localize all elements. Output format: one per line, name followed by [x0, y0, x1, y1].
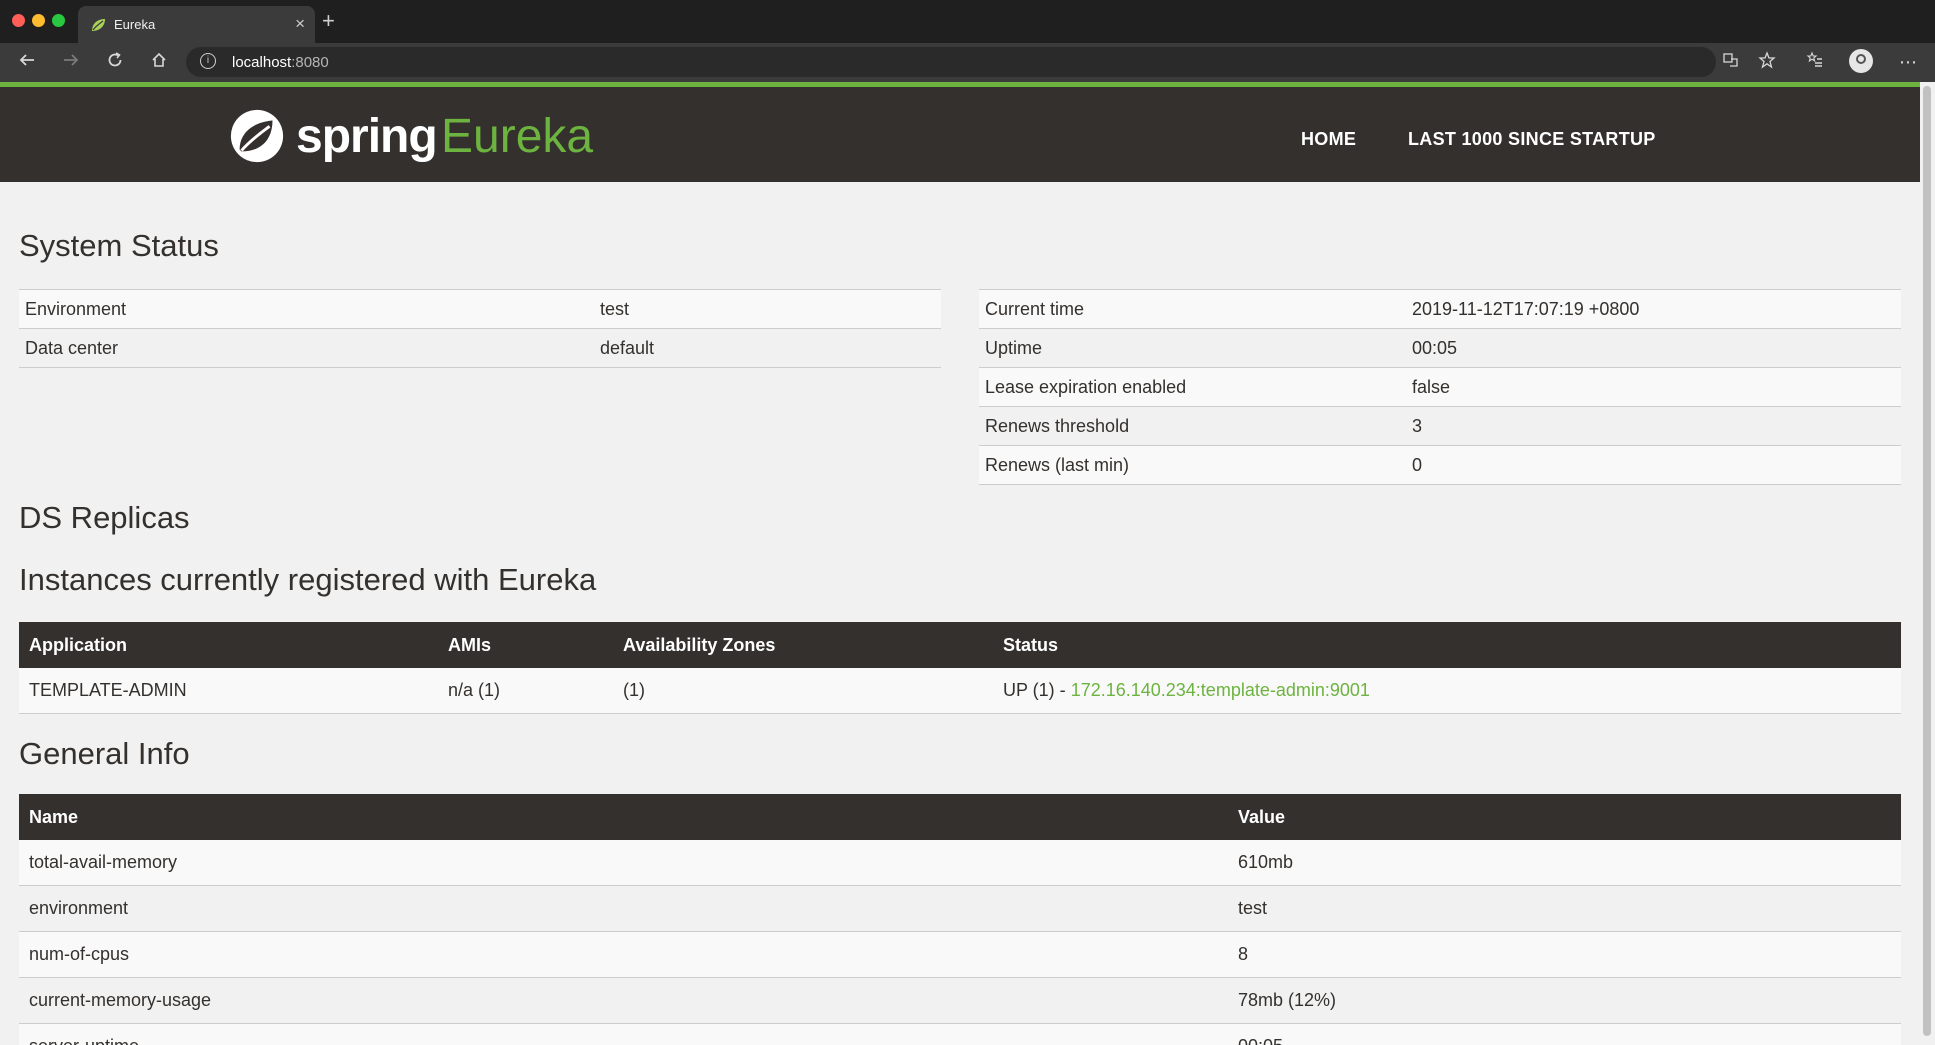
- info-value: 610mb: [1228, 840, 1901, 886]
- general-info-table: Name Value total-avail-memory 610mb envi…: [19, 794, 1901, 1045]
- site-info-icon[interactable]: i: [200, 53, 216, 69]
- table-row: TEMPLATE-ADMIN n/a (1) (1) UP (1) - 172.…: [19, 668, 1901, 714]
- favorite-star-icon[interactable]: [1756, 51, 1778, 73]
- status-label: Current time: [979, 289, 1406, 329]
- logo-eureka-text: Eureka: [441, 110, 594, 163]
- page-scrollbar[interactable]: [1920, 82, 1935, 1045]
- status-value: test: [594, 289, 941, 329]
- instances-header-row: Application AMIs Availability Zones Stat…: [19, 622, 1901, 668]
- scrollbar-thumb[interactable]: [1923, 86, 1931, 1036]
- translate-icon[interactable]: [1720, 51, 1742, 73]
- forward-arrow-icon[interactable]: [60, 51, 82, 73]
- home-icon[interactable]: [148, 51, 170, 73]
- col-application: Application: [19, 622, 438, 668]
- table-row: current-memory-usage 78mb (12%): [19, 977, 1901, 1024]
- status-row: Renews (last min) 0: [979, 445, 1901, 485]
- status-value: false: [1406, 367, 1901, 407]
- status-label: Uptime: [979, 328, 1406, 368]
- status-label: Data center: [19, 328, 594, 368]
- browser-tab-bar: Eureka × +: [0, 0, 1935, 43]
- instances-heading: Instances currently registered with Eure…: [19, 562, 597, 597]
- instance-link[interactable]: 172.16.140.234:template-admin:9001: [1071, 680, 1370, 700]
- address-bar[interactable]: i localhost:8080: [186, 47, 1716, 77]
- zoom-window-button[interactable]: [52, 14, 65, 27]
- status-label: Renews threshold: [979, 406, 1406, 446]
- info-value: 8: [1228, 931, 1901, 978]
- col-availability-zones: Availability Zones: [613, 622, 993, 668]
- status-value: 2019-11-12T17:07:19 +0800: [1406, 289, 1901, 329]
- system-status-right-table: Current time 2019-11-12T17:07:19 +0800 U…: [979, 289, 1901, 485]
- col-name: Name: [19, 794, 1228, 840]
- reload-icon[interactable]: [104, 51, 126, 73]
- ds-replicas-heading: DS Replicas: [19, 500, 190, 535]
- col-status: Status: [993, 622, 1901, 668]
- info-value: test: [1228, 885, 1901, 932]
- info-name: server-uptime: [19, 1023, 1228, 1045]
- instance-application: TEMPLATE-ADMIN: [19, 668, 438, 714]
- table-row: environment test: [19, 885, 1901, 932]
- eureka-navbar: spring Eureka HOME LAST 1000 SINCE START…: [0, 82, 1920, 182]
- instances-table: Application AMIs Availability Zones Stat…: [19, 622, 1901, 714]
- status-row: Renews threshold 3: [979, 406, 1901, 446]
- url-text: localhost:8080: [232, 54, 329, 71]
- status-value: default: [594, 328, 941, 368]
- table-row: num-of-cpus 8: [19, 931, 1901, 978]
- favorites-list-icon[interactable]: [1804, 51, 1826, 73]
- status-row: Environment test: [19, 289, 941, 329]
- info-value: 00:05: [1228, 1023, 1901, 1045]
- spring-leaf-icon: [92, 19, 105, 31]
- info-name: current-memory-usage: [19, 977, 1228, 1024]
- back-arrow-icon[interactable]: [16, 51, 38, 73]
- table-row: total-avail-memory 610mb: [19, 840, 1901, 886]
- close-window-button[interactable]: [12, 14, 25, 27]
- general-info-header-row: Name Value: [19, 794, 1901, 840]
- spring-logo-icon: [230, 109, 284, 163]
- page-content: spring Eureka HOME LAST 1000 SINCE START…: [0, 82, 1920, 1045]
- logo-spring-text: spring: [296, 110, 438, 163]
- info-name: num-of-cpus: [19, 931, 1228, 978]
- close-tab-icon[interactable]: ×: [295, 14, 305, 34]
- instance-status-text: UP (1) -: [1003, 680, 1071, 700]
- info-name: total-avail-memory: [19, 840, 1228, 886]
- nav-last-1000-link[interactable]: LAST 1000 SINCE STARTUP: [1408, 129, 1656, 150]
- profile-avatar-icon[interactable]: [1849, 49, 1873, 73]
- new-tab-button[interactable]: +: [322, 8, 335, 34]
- nav-home-link[interactable]: HOME: [1301, 129, 1356, 150]
- status-row: Uptime 00:05: [979, 328, 1901, 368]
- system-status-left-table: Environment test Data center default: [19, 289, 941, 368]
- instance-zones: (1): [613, 668, 993, 714]
- instance-status: UP (1) - 172.16.140.234:template-admin:9…: [993, 668, 1901, 714]
- instance-amis: n/a (1): [438, 668, 613, 714]
- more-menu-icon[interactable]: ⋯: [1897, 51, 1919, 73]
- minimize-window-button[interactable]: [32, 14, 45, 27]
- status-row: Current time 2019-11-12T17:07:19 +0800: [979, 289, 1901, 329]
- browser-tab[interactable]: Eureka ×: [78, 6, 315, 43]
- info-value: 78mb (12%): [1228, 977, 1901, 1024]
- tab-title: Eureka: [114, 17, 156, 32]
- status-row: Lease expiration enabled false: [979, 367, 1901, 407]
- general-info-heading: General Info: [19, 736, 190, 771]
- status-label: Environment: [19, 289, 594, 329]
- system-status-heading: System Status: [19, 228, 219, 263]
- status-label: Renews (last min): [979, 445, 1406, 485]
- info-name: environment: [19, 885, 1228, 932]
- col-value: Value: [1228, 794, 1901, 840]
- status-value: 0: [1406, 445, 1901, 485]
- status-row: Data center default: [19, 328, 941, 368]
- col-amis: AMIs: [438, 622, 613, 668]
- status-value: 00:05: [1406, 328, 1901, 368]
- table-row: server-uptime 00:05: [19, 1023, 1901, 1045]
- browser-toolbar: i localhost:8080 ⋯: [0, 43, 1935, 82]
- status-value: 3: [1406, 406, 1901, 446]
- status-label: Lease expiration enabled: [979, 367, 1406, 407]
